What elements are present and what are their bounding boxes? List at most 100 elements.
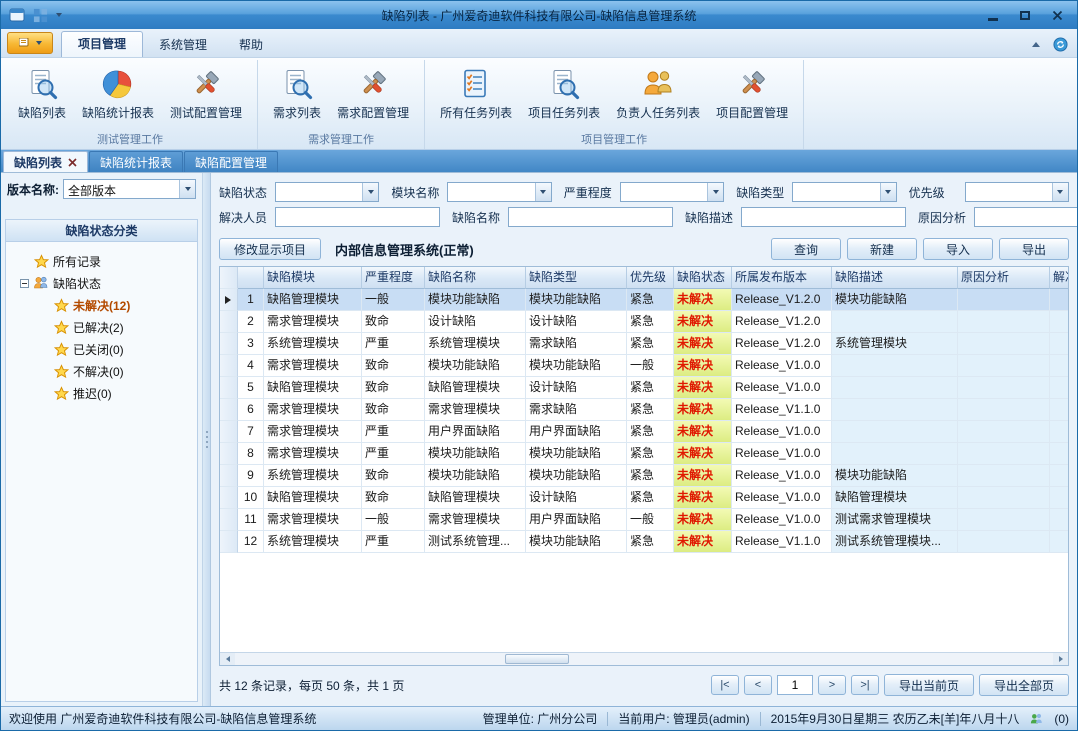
close-button[interactable] (1041, 4, 1073, 26)
table-row[interactable]: 4需求管理模块致命模块功能缺陷模块功能缺陷一般未解决Release_V1.0.0 (220, 355, 1068, 377)
table-row[interactable]: 7需求管理模块严重用户界面缺陷用户界面缺陷紧急未解决Release_V1.0.0 (220, 421, 1068, 443)
filter-input-r2-3[interactable] (974, 207, 1077, 227)
filter-combo-r1-1[interactable] (447, 182, 551, 202)
scroll-left-icon[interactable] (220, 653, 235, 665)
ribbon-collapse-icon[interactable] (1027, 36, 1045, 52)
table-row[interactable]: 8需求管理模块严重模块功能缺陷模块功能缺陷紧急未解决Release_V1.0.0 (220, 443, 1068, 465)
scroll-right-icon[interactable] (1053, 653, 1068, 665)
scrollbar-track[interactable] (235, 653, 1053, 665)
import-button[interactable]: 导入 (923, 238, 993, 260)
export-button[interactable]: 导出 (999, 238, 1069, 260)
table-row[interactable]: 2需求管理模块致命设计缺陷设计缺陷紧急未解决Release_V1.2.0 (220, 311, 1068, 333)
help-icon[interactable] (1051, 36, 1069, 52)
grid-cell-8-8 (958, 465, 1050, 487)
table-row[interactable]: 5缺陷管理模块致命缺陷管理模块设计缺陷紧急未解决Release_V1.0.0 (220, 377, 1068, 399)
dropdown-icon[interactable] (880, 183, 896, 201)
tree-item-label: 推迟(0) (73, 385, 112, 402)
ribbon-tab-0[interactable]: 项目管理 (61, 31, 143, 57)
table-row[interactable]: 10缺陷管理模块致命缺陷管理模块设计缺陷紧急未解决Release_V1.0.0缺… (220, 487, 1068, 509)
window-list-icon[interactable] (30, 6, 50, 24)
filter-combo-r1-4[interactable] (965, 182, 1069, 202)
grid-cell-2-0: 系统管理模块 (264, 333, 362, 355)
next-page-button[interactable]: > (818, 675, 846, 695)
tree-item-3[interactable]: 已解决(2) (8, 316, 195, 338)
grid-cell-10-5: 未解决 (674, 509, 732, 531)
first-page-button[interactable]: |< (711, 675, 739, 695)
page-number-input[interactable] (777, 675, 813, 695)
column-header-0[interactable]: 缺陷模块 (264, 267, 362, 289)
quick-access-dropdown-icon[interactable] (53, 13, 65, 17)
tab-close-icon[interactable] (68, 158, 77, 167)
column-header-7[interactable]: 缺陷描述 (832, 267, 958, 289)
table-row[interactable]: 6需求管理模块致命需求管理模块需求缺陷紧急未解决Release_V1.1.0 (220, 399, 1068, 421)
column-header-5[interactable]: 缺陷状态 (674, 267, 732, 289)
app-menu-button[interactable] (7, 32, 53, 54)
ribbon-button-0-2[interactable]: 测试配置管理 (162, 62, 250, 132)
maximize-button[interactable] (1009, 4, 1041, 26)
doc-tab-1[interactable]: 缺陷统计报表 (89, 151, 183, 172)
column-header-6[interactable]: 所属发布版本 (732, 267, 832, 289)
prev-page-button[interactable]: < (744, 675, 772, 695)
filter-input-r2-0[interactable] (275, 207, 440, 227)
tree-item-2[interactable]: 未解决(12) (8, 294, 195, 316)
table-row[interactable]: 12系统管理模块严重测试系统管理...模块功能缺陷紧急未解决Release_V1… (220, 531, 1068, 553)
filter-combo-r1-0[interactable] (275, 182, 379, 202)
filter-input-r2-1[interactable] (508, 207, 673, 227)
modify-columns-button[interactable]: 修改显示项目 (219, 238, 321, 260)
filter-combo-r1-2[interactable] (620, 182, 724, 202)
grid-cell-9-2: 缺陷管理模块 (425, 487, 526, 509)
doc-tab-label: 缺陷配置管理 (195, 154, 267, 171)
column-header-9[interactable]: 解决 (1050, 267, 1068, 289)
dropdown-icon[interactable] (362, 183, 378, 201)
column-header-1[interactable]: 严重程度 (362, 267, 425, 289)
export-all-pages-button[interactable]: 导出全部页 (979, 674, 1069, 696)
column-header-4[interactable]: 优先级 (627, 267, 674, 289)
ribbon-tab-2[interactable]: 帮助 (223, 33, 279, 57)
last-page-button[interactable]: >| (851, 675, 879, 695)
ribbon-tab-1[interactable]: 系统管理 (143, 33, 223, 57)
tree-item-4[interactable]: 已关闭(0) (8, 338, 195, 360)
query-button[interactable]: 查询 (771, 238, 841, 260)
table-row[interactable]: 11需求管理模块一般需求管理模块用户界面缺陷一般未解决Release_V1.0.… (220, 509, 1068, 531)
doc-tab-2[interactable]: 缺陷配置管理 (184, 151, 278, 172)
version-select[interactable]: 全部版本 (63, 179, 196, 199)
dropdown-icon[interactable] (707, 183, 723, 201)
ribbon-button-2-0[interactable]: 所有任务列表 (432, 62, 520, 132)
version-dropdown-icon[interactable] (179, 180, 195, 198)
ribbon-button-1-0[interactable]: 需求列表 (265, 62, 329, 132)
grid-cell-2-6: Release_V1.2.0 (732, 333, 832, 355)
app-logo-icon[interactable] (7, 6, 27, 24)
sidebar-splitter[interactable] (203, 173, 211, 706)
row-indicator-cell (220, 465, 238, 487)
filter-panel: 缺陷状态模块名称严重程度缺陷类型优先级 解决人员缺陷名称缺陷描述原因分析解决方法 (211, 173, 1077, 235)
tree-item-5[interactable]: 不解决(0) (8, 360, 195, 382)
ribbon-button-0-1[interactable]: 缺陷统计报表 (74, 62, 162, 132)
ribbon-button-2-3[interactable]: 项目配置管理 (708, 62, 796, 132)
filter-combo-r1-3[interactable] (792, 182, 896, 202)
tree-expander-icon[interactable] (20, 279, 29, 288)
new-button[interactable]: 新建 (847, 238, 917, 260)
table-row[interactable]: 1缺陷管理模块一般模块功能缺陷模块功能缺陷紧急未解决Release_V1.2.0… (220, 289, 1068, 311)
dropdown-icon[interactable] (535, 183, 551, 201)
tree-item-6[interactable]: 推迟(0) (8, 382, 195, 404)
table-row[interactable]: 3系统管理模块严重系统管理模块需求缺陷紧急未解决Release_V1.2.0系统… (220, 333, 1068, 355)
grid-cell-1-2: 设计缺陷 (425, 311, 526, 333)
tree-item-1[interactable]: 缺陷状态 (8, 272, 195, 294)
column-header-2[interactable]: 缺陷名称 (425, 267, 526, 289)
column-header-8[interactable]: 原因分析 (958, 267, 1050, 289)
doc-tab-0[interactable]: 缺陷列表 (3, 151, 88, 172)
dropdown-icon[interactable] (1052, 183, 1068, 201)
export-current-page-button[interactable]: 导出当前页 (884, 674, 974, 696)
horizontal-scrollbar[interactable] (220, 652, 1068, 665)
grid-cell-10-7: 测试需求管理模块 (832, 509, 958, 531)
ribbon-button-2-1[interactable]: 项目任务列表 (520, 62, 608, 132)
filter-input-r2-2[interactable] (741, 207, 906, 227)
tree-item-0[interactable]: 所有记录 (8, 250, 195, 272)
table-row[interactable]: 9系统管理模块致命模块功能缺陷模块功能缺陷紧急未解决Release_V1.0.0… (220, 465, 1068, 487)
ribbon-button-0-0[interactable]: 缺陷列表 (10, 62, 74, 132)
minimize-button[interactable] (977, 4, 1009, 26)
column-header-3[interactable]: 缺陷类型 (526, 267, 627, 289)
ribbon-button-2-2[interactable]: 负责人任务列表 (608, 62, 708, 132)
scrollbar-thumb[interactable] (505, 654, 569, 664)
ribbon-button-1-1[interactable]: 需求配置管理 (329, 62, 417, 132)
